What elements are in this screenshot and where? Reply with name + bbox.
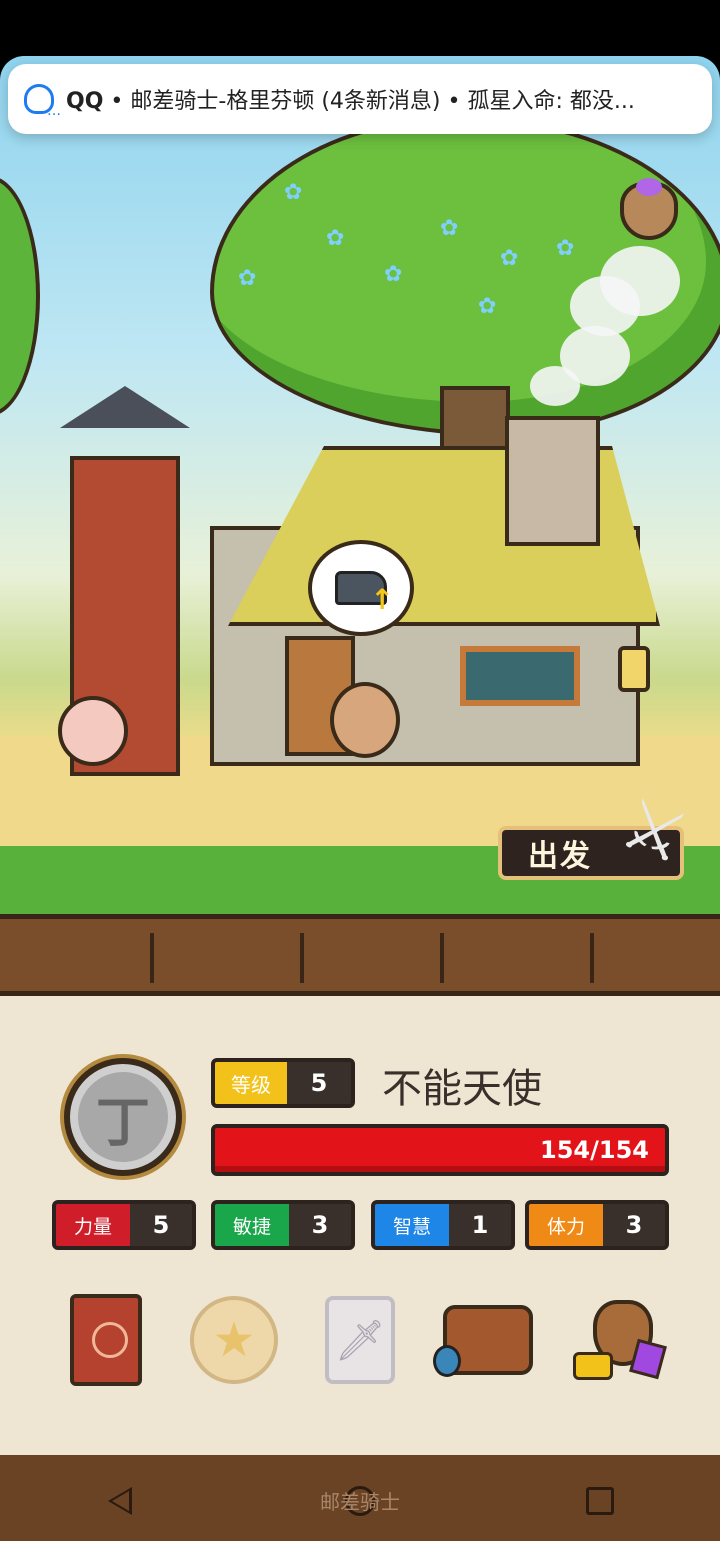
stat-value: 3 bbox=[625, 1211, 643, 1239]
hp-bar: 154/154 bbox=[211, 1124, 669, 1176]
upgrade-bubble[interactable]: ↑ bbox=[308, 540, 414, 636]
flower-icon: ✿ bbox=[284, 180, 303, 205]
nav-home-button[interactable] bbox=[330, 1471, 390, 1531]
hp-text: 154/154 bbox=[540, 1136, 649, 1164]
back-icon bbox=[108, 1486, 132, 1515]
system-nav-bar bbox=[0, 1460, 720, 1541]
stat-label: 敏捷 bbox=[215, 1204, 289, 1246]
star-coin-icon[interactable]: ★ bbox=[186, 1290, 282, 1390]
hero-book-icon[interactable] bbox=[58, 1290, 154, 1390]
smoke bbox=[530, 366, 580, 406]
stat-value: 3 bbox=[311, 1211, 329, 1239]
home-icon bbox=[345, 1485, 375, 1516]
stat-strength: 力量 5 bbox=[52, 1200, 196, 1250]
stat-agility: 敏捷 3 bbox=[211, 1200, 355, 1250]
gem-bag-icon[interactable] bbox=[620, 178, 678, 240]
stat-value: 1 bbox=[471, 1211, 489, 1239]
level-label: 等级 bbox=[215, 1062, 287, 1104]
depart-button-label: 出发 bbox=[528, 839, 592, 874]
notification-text: QQ • 邮差骑士-格里芬顿 (4条新消息) • 孤星入命: 都没... bbox=[66, 83, 635, 115]
treasure-icon[interactable] bbox=[570, 1290, 667, 1390]
flower-icon: ✿ bbox=[556, 236, 575, 261]
tower-roof bbox=[60, 386, 190, 428]
notification-message: 邮差骑士-格里芬顿 (4条新消息) • 孤星入命: 都没... bbox=[130, 89, 635, 114]
depart-button[interactable]: 出发 ⚔ bbox=[498, 782, 698, 880]
house-window bbox=[460, 646, 580, 706]
flower-icon: ✿ bbox=[478, 294, 497, 319]
notification-app: QQ bbox=[66, 89, 104, 114]
bush bbox=[0, 176, 40, 416]
recents-icon bbox=[586, 1486, 614, 1515]
dirt-divider bbox=[0, 914, 720, 996]
level-box: 等级 5 bbox=[211, 1058, 355, 1108]
inventory-bag-icon[interactable] bbox=[433, 1290, 536, 1390]
qq-notification[interactable]: QQ • 邮差骑士-格里芬顿 (4条新消息) • 孤星入命: 都没... bbox=[8, 64, 712, 134]
game-scene: ✿ ✿ ✿ ✿ ✿ ✿ ✿ ✿ ↑ 出发 ⚔ bbox=[0, 56, 720, 921]
rank-coin-icon[interactable]: 丁 bbox=[64, 1058, 182, 1176]
notification-separator: • bbox=[110, 89, 124, 114]
flower-icon: ✿ bbox=[384, 262, 403, 287]
flower-icon: ✿ bbox=[326, 226, 345, 251]
stat-wisdom: 智慧 1 bbox=[371, 1200, 515, 1250]
hero-character[interactable] bbox=[58, 696, 128, 766]
flower-icon: ✿ bbox=[238, 266, 257, 291]
rank-coin-glyph: 丁 bbox=[96, 1089, 150, 1154]
lantern-icon bbox=[618, 646, 650, 692]
smoke bbox=[600, 246, 680, 316]
level-value: 5 bbox=[287, 1062, 351, 1104]
up-arrow-icon: ↑ bbox=[370, 583, 394, 616]
blacksmith-character[interactable] bbox=[330, 682, 400, 758]
stat-label: 力量 bbox=[56, 1204, 130, 1246]
chimney bbox=[505, 416, 600, 546]
card-deck-icon[interactable]: 🗡 bbox=[312, 1290, 408, 1390]
stat-value: 5 bbox=[152, 1211, 170, 1239]
flower-icon: ✿ bbox=[500, 246, 519, 271]
stat-stamina: 体力 3 bbox=[525, 1200, 669, 1250]
nav-recents-button[interactable] bbox=[570, 1471, 630, 1531]
nav-back-button[interactable] bbox=[90, 1471, 150, 1531]
status-bar bbox=[0, 0, 720, 56]
stat-label: 体力 bbox=[529, 1204, 603, 1246]
player-name: 不能天使 bbox=[382, 1066, 542, 1112]
qq-icon bbox=[24, 84, 61, 119]
flower-icon: ✿ bbox=[440, 216, 459, 241]
stat-label: 智慧 bbox=[375, 1204, 449, 1246]
